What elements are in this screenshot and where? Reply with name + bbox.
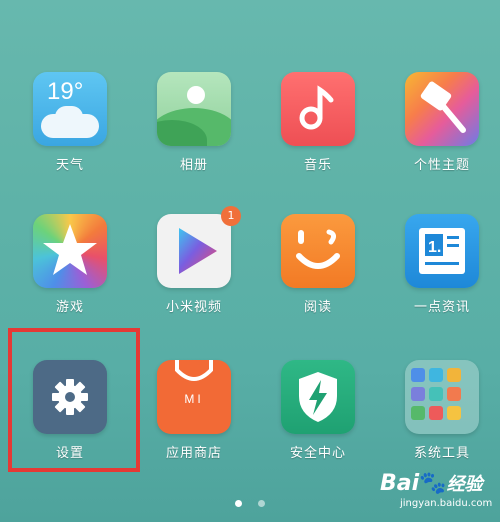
app-tools-folder[interactable]: 系统工具 — [387, 360, 497, 470]
store-logo: MI — [184, 392, 204, 406]
music-note-icon — [281, 72, 355, 146]
weather-icon: 19° — [33, 72, 107, 146]
watermark-brand-suffix: 经验 — [446, 474, 483, 495]
watermark-brand: Bai🐾经验 — [380, 470, 483, 496]
smiley-icon — [281, 214, 355, 288]
paw-icon: 🐾 — [419, 471, 447, 496]
app-store[interactable]: MI 应用商店 — [139, 360, 249, 470]
shopping-bag-icon: MI — [157, 360, 231, 434]
app-label: 个性主题 — [413, 158, 470, 173]
app-security[interactable]: 安全中心 — [263, 360, 373, 470]
app-label: 小米视频 — [165, 300, 222, 315]
page-dot[interactable] — [257, 500, 265, 507]
app-games[interactable]: 游戏 — [15, 214, 125, 324]
app-label: 系统工具 — [413, 446, 470, 461]
app-music[interactable]: 音乐 — [263, 72, 373, 182]
highlight-box — [8, 328, 140, 472]
app-label: 阅读 — [303, 300, 332, 315]
notification-badge: 1 — [221, 206, 241, 226]
app-label: 相册 — [179, 158, 208, 173]
app-label: 应用商店 — [165, 446, 222, 461]
app-gallery[interactable]: 相册 — [139, 72, 249, 182]
app-weather[interactable]: 19° 天气 — [15, 72, 125, 182]
app-label: 音乐 — [303, 158, 332, 173]
app-label: 天气 — [55, 158, 84, 173]
paintbrush-icon — [405, 72, 479, 146]
svg-text:1.: 1. — [428, 239, 441, 256]
play-icon — [157, 214, 231, 288]
page-dot-active[interactable] — [235, 500, 243, 507]
app-video[interactable]: 1 小米视频 — [139, 206, 249, 324]
app-themes[interactable]: 个性主题 — [387, 72, 497, 182]
watermark-url: jingyan.baidu.com — [400, 498, 493, 509]
weather-temperature: 19° — [47, 78, 84, 105]
app-label: 安全中心 — [289, 446, 346, 461]
gallery-icon — [157, 72, 231, 146]
app-reading[interactable]: 阅读 — [263, 214, 373, 324]
app-label: 游戏 — [55, 300, 84, 315]
newspaper-icon: 1. — [405, 214, 479, 288]
app-label: 一点资讯 — [413, 300, 470, 315]
star-icon — [33, 214, 107, 288]
shield-icon — [281, 360, 355, 434]
folder-icon — [405, 360, 479, 434]
app-news[interactable]: 1. 一点资讯 — [387, 214, 497, 324]
watermark-brand-text: Bai — [380, 471, 420, 496]
baidu-watermark: Bai🐾经验 jingyan.baidu.com — [380, 470, 495, 518]
